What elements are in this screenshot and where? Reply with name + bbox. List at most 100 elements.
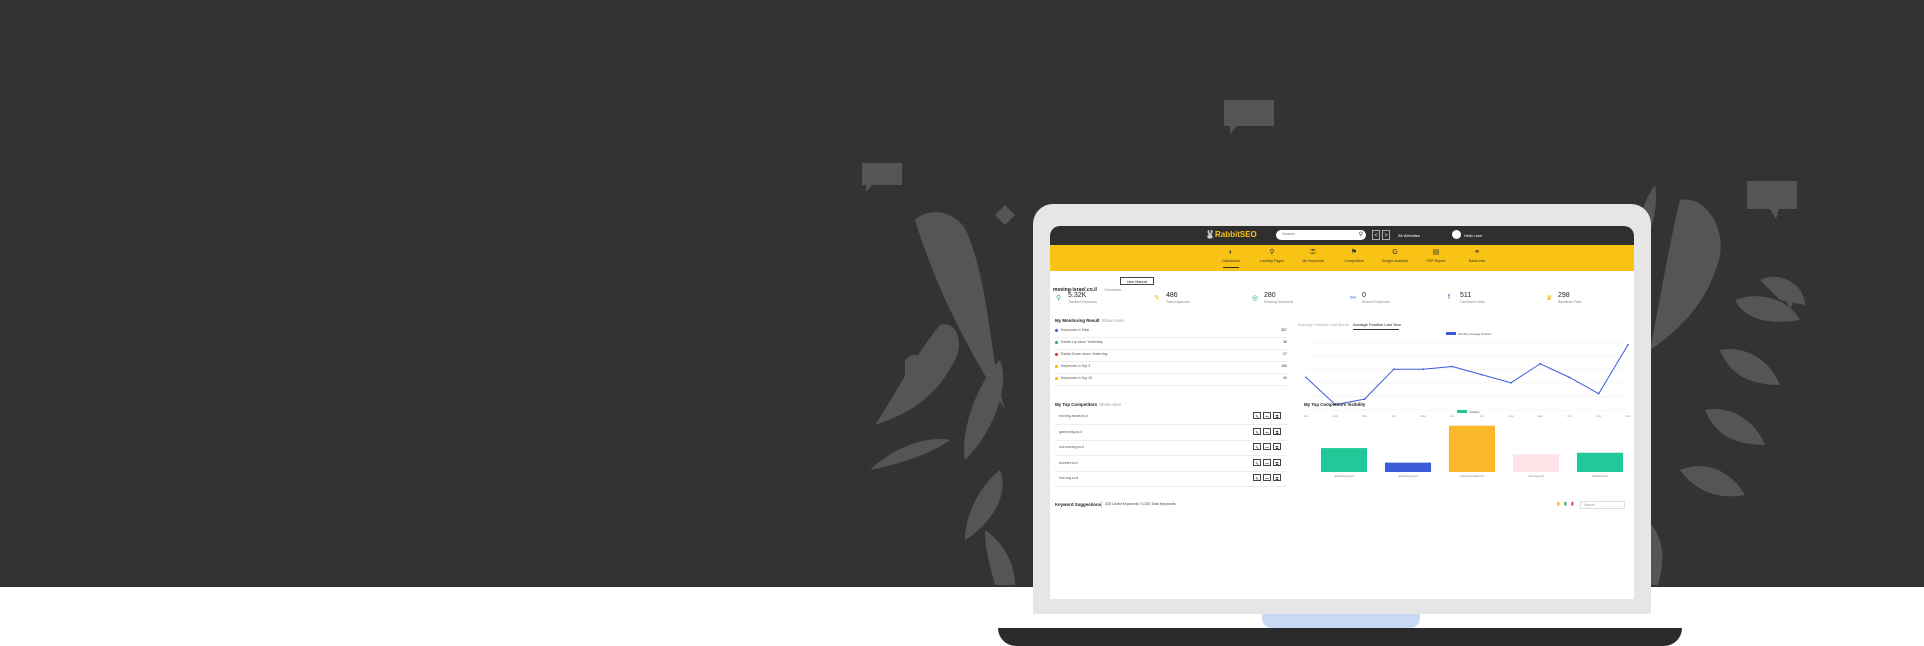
edit-button[interactable]: ✎	[1253, 474, 1261, 481]
monitoring-title: My Monitoring Result Show more	[1055, 318, 1124, 323]
view-button[interactable]: ⧉	[1273, 427, 1281, 435]
data-point	[1451, 365, 1454, 368]
bar	[1448, 425, 1496, 472]
active-menu-indicator	[1223, 267, 1239, 268]
tab-position-year[interactable]: Average Position Last Year	[1353, 322, 1401, 327]
competitor-row: moving-israel.co.il ✎ ⚯ ⧉	[1055, 409, 1287, 425]
app-screen: 🐰RabbitSEO Search ⚲ < > All Websites Hel…	[1050, 226, 1634, 599]
bar	[1512, 454, 1560, 472]
competitor-domain[interactable]: gamoving.co.il	[1059, 430, 1082, 434]
monitoring-value: 180	[1281, 364, 1287, 368]
laptop-base	[998, 628, 1682, 646]
export-csv-icon[interactable]: ▮	[1557, 501, 1562, 507]
data-point	[1363, 398, 1366, 401]
speech-bubble-icon	[1747, 181, 1797, 219]
keyword-search-input[interactable]: Search	[1580, 501, 1625, 509]
stat-label: Tracked Keywords	[1068, 300, 1097, 304]
competitor-row: hovelet.co.il ✎ ⚯ ⧉	[1055, 456, 1287, 472]
view-button[interactable]: ⧉	[1273, 412, 1281, 419]
website-selector[interactable]: All Websites	[1398, 233, 1420, 238]
stat-value: 511	[1460, 292, 1472, 299]
status-dot-icon	[1055, 329, 1058, 332]
view-button[interactable]: ⧉	[1273, 443, 1281, 450]
visibility-bar-chart: Visibility gamoving.co.il gamoving.co.il mo…	[1320, 410, 1624, 478]
trophy-icon: ♛	[1546, 295, 1553, 302]
stat-value: 5.32K	[1068, 292, 1087, 299]
dashboard-icon: ◐	[1228, 249, 1234, 256]
legend-label: Visibility	[1469, 410, 1480, 414]
next-button[interactable]: >	[1382, 230, 1390, 240]
menu-item-4[interactable]: G Google Analytics	[1375, 248, 1415, 263]
competitors-title: My Top Competitors Show more	[1055, 402, 1121, 407]
data-point	[1597, 392, 1600, 395]
menu-item-5[interactable]: ▤ PDF Report	[1416, 248, 1456, 263]
edit-button[interactable]: ✎	[1253, 427, 1261, 435]
stat-value: 298	[1558, 292, 1570, 299]
data-point	[1422, 368, 1424, 371]
link-button[interactable]: ⚯	[1263, 412, 1271, 419]
monitoring-label: Keywords in Total	[1061, 328, 1090, 332]
view-button[interactable]: ⧉	[1273, 458, 1281, 466]
competitor-domain[interactable]: ost-moving.co.il	[1059, 445, 1084, 449]
menu-label: My Keywords	[1302, 259, 1324, 263]
speech-bubble-icon	[1224, 100, 1274, 134]
avatar	[1452, 230, 1461, 239]
monitoring-label: Ranks Down since Yesterday	[1061, 352, 1108, 356]
tab-position-month[interactable]: Average Position Last Month	[1298, 322, 1349, 327]
laptop-notch	[1262, 614, 1420, 628]
link-icon: ⚯	[1350, 295, 1356, 302]
monitoring-label: Keywords in Top 3	[1061, 364, 1091, 368]
menu-item-6[interactable]: ⚭ BackLinks	[1457, 248, 1497, 263]
competitors-show-more[interactable]: Show more	[1099, 402, 1121, 407]
stat-label: Facebook Likes	[1460, 300, 1485, 304]
x-tick-label: hovelet.co.il	[1592, 474, 1608, 478]
monitoring-show-more[interactable]: Show more	[1102, 318, 1124, 323]
monitoring-value: 357	[1281, 328, 1287, 332]
competitor-row: gamoving.co.il ✎ ⚯ ⧉	[1055, 425, 1287, 441]
menu-item-0[interactable]: ◐ Dashboard	[1211, 248, 1251, 268]
visibility-title: My Top Competitors Visibility	[1304, 402, 1365, 407]
x-tick-label: ost-mg.co.il	[1528, 474, 1544, 478]
menu-item-1[interactable]: ⚲ Landing Pages	[1252, 248, 1292, 263]
competitor-row: indi.org.co.il ✎ ⚯ ⧉	[1055, 471, 1287, 487]
bar	[1384, 462, 1432, 472]
logo[interactable]: 🐰RabbitSEO	[1205, 230, 1257, 239]
user-manual-button[interactable]: User Manual	[1120, 277, 1154, 285]
section-name: Overview	[1104, 287, 1122, 292]
search-icon: ⚲	[1358, 232, 1363, 238]
keyword-search-placeholder: Search	[1584, 503, 1596, 507]
visibility-title-text: My Top Competitors Visibility	[1304, 402, 1366, 407]
competitor-row: ost-moving.co.il ✎ ⚯ ⧉	[1055, 440, 1287, 456]
link-button[interactable]: ⚯	[1263, 458, 1271, 466]
data-point	[1627, 343, 1629, 346]
link-button[interactable]: ⚯	[1263, 443, 1271, 450]
link-button[interactable]: ⚯	[1263, 427, 1271, 435]
edit-button[interactable]: ✎	[1253, 443, 1261, 450]
menu-item-3[interactable]: ⚑ Competitors	[1334, 248, 1374, 263]
export-pdf-icon[interactable]: ▮	[1571, 501, 1576, 507]
stat-label: Total Keywords	[1166, 300, 1190, 304]
monitoring-value: 36	[1283, 340, 1287, 344]
monitoring-value: 90	[1283, 376, 1287, 380]
backlinks-icon: ⚭	[1474, 249, 1480, 256]
menu-label: BackLinks	[1468, 259, 1486, 263]
edit-button[interactable]: ✎	[1253, 412, 1261, 419]
menu-item-2[interactable]: ⚿ My Keywords	[1293, 248, 1333, 263]
data-point	[1305, 376, 1307, 379]
search-graph-icon: ⚲	[1056, 295, 1062, 302]
x-tick-label: gamoving.co.il	[1398, 474, 1418, 478]
edit-button[interactable]: ✎	[1253, 458, 1261, 466]
speech-bubble-icon	[862, 163, 902, 192]
view-button[interactable]: ⧉	[1273, 474, 1281, 481]
rabbit-icon: 🐰	[1205, 230, 1215, 239]
link-button[interactable]: ⚯	[1263, 474, 1271, 481]
export-excel-icon[interactable]: ▮	[1564, 501, 1569, 507]
stat-label: Shared Keywords	[1362, 300, 1390, 304]
search-input[interactable]: Search ⚲	[1276, 230, 1366, 240]
competitor-domain[interactable]: hovelet.co.il	[1059, 461, 1078, 465]
prev-button[interactable]: <	[1372, 230, 1380, 240]
competitor-domain[interactable]: moving-israel.co.il	[1059, 414, 1088, 418]
menu-label: Competitors	[1344, 259, 1364, 263]
divider	[1101, 501, 1102, 508]
competitor-domain[interactable]: indi.org.co.il	[1059, 476, 1078, 480]
